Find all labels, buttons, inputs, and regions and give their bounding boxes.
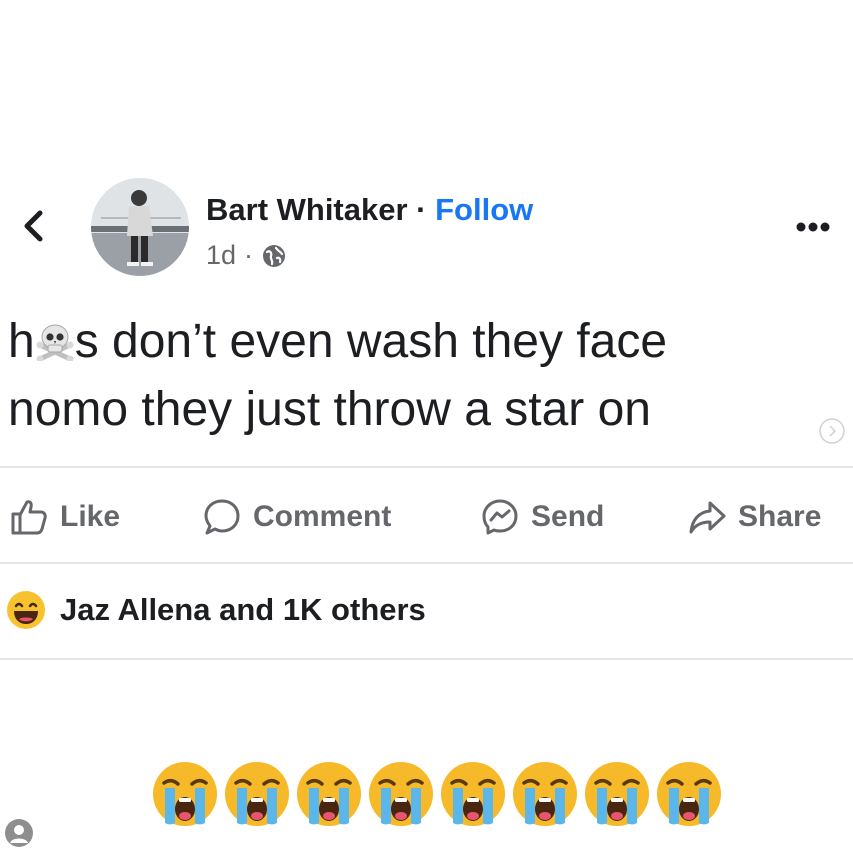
post-text: h s don’t even wash they face nomo they … bbox=[8, 308, 808, 444]
meta-dot: · bbox=[244, 240, 254, 270]
send-button[interactable]: Send bbox=[481, 490, 604, 544]
like-label: Like bbox=[60, 500, 121, 533]
loudly-crying-face-icon bbox=[585, 762, 649, 826]
messenger-icon bbox=[482, 499, 518, 535]
laughing-face-icon bbox=[7, 591, 45, 629]
share-button[interactable]: Share bbox=[688, 490, 821, 544]
divider bbox=[0, 466, 853, 468]
loudly-crying-face-icon bbox=[297, 762, 361, 826]
thumbs-up-icon bbox=[11, 500, 47, 535]
comment-label: Comment bbox=[253, 500, 392, 533]
loudly-crying-face-icon bbox=[513, 762, 577, 826]
post-meta: 1d · bbox=[206, 240, 287, 271]
more-dots-icon bbox=[796, 222, 830, 232]
avatar[interactable] bbox=[91, 178, 189, 276]
globe-icon bbox=[261, 243, 287, 269]
author-name[interactable]: Bart Whitaker bbox=[206, 192, 408, 227]
loudly-crying-face-icon bbox=[369, 762, 433, 826]
separator: · bbox=[416, 192, 427, 227]
chevron-right-icon[interactable] bbox=[818, 417, 846, 445]
loudly-crying-face-icon bbox=[225, 762, 289, 826]
profile-photo bbox=[91, 178, 189, 276]
comment-button[interactable]: Comment bbox=[203, 490, 391, 544]
author-line: Bart Whitaker · Follow bbox=[206, 192, 533, 228]
reactions-summary[interactable]: Jaz Allena and 1K others bbox=[6, 590, 426, 630]
share-arrow-icon bbox=[689, 501, 726, 534]
follow-button[interactable]: Follow bbox=[435, 192, 533, 227]
share-label: Share bbox=[738, 500, 822, 533]
user-icon bbox=[5, 819, 33, 847]
reactions-text: Jaz Allena and 1K others bbox=[60, 592, 426, 627]
post-text-line-2: nomo they just throw a star on bbox=[8, 383, 651, 436]
text-fragment: h bbox=[8, 315, 35, 368]
skull-crossbones-icon bbox=[35, 312, 75, 363]
chevron-left-icon bbox=[24, 210, 43, 242]
loudly-crying-face-icon bbox=[153, 762, 217, 826]
loudly-crying-face-icon bbox=[441, 762, 505, 826]
text-fragment: s don’t even wash they face bbox=[74, 315, 668, 368]
divider bbox=[0, 562, 853, 564]
send-label: Send bbox=[531, 500, 605, 533]
back-button[interactable] bbox=[14, 203, 54, 249]
like-button[interactable]: Like bbox=[10, 490, 120, 544]
speech-bubble-icon bbox=[204, 499, 240, 535]
divider bbox=[0, 658, 853, 660]
post-text-line-1: h s don’t even wash they face bbox=[8, 308, 808, 376]
loudly-crying-face-icon bbox=[657, 762, 721, 826]
timestamp[interactable]: 1d bbox=[206, 240, 236, 271]
caption-emoji-row bbox=[150, 759, 724, 827]
more-options-button[interactable] bbox=[793, 212, 833, 242]
